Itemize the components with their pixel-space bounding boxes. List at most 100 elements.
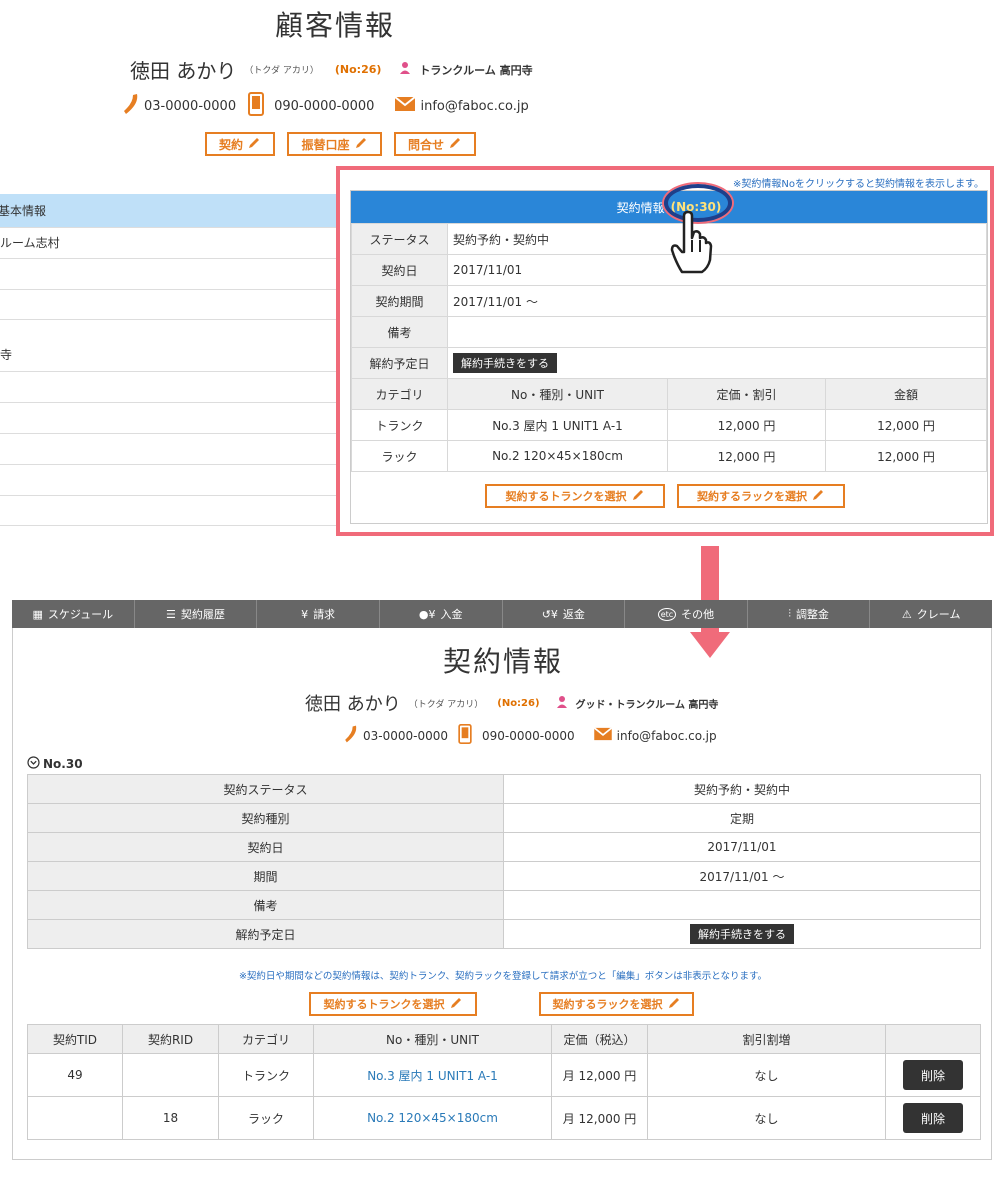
unit-link[interactable]: No.3 屋内 1 UNIT1 A-1	[313, 1053, 552, 1097]
section-toggle[interactable]: No.30	[27, 756, 83, 772]
contract-edit-button[interactable]: 契約	[205, 132, 275, 156]
cell-discount: なし	[647, 1053, 886, 1097]
cell-amount: 12,000 円	[825, 409, 987, 441]
section-label: No.30	[43, 757, 83, 771]
email-address: info@faboc.co.jp	[420, 98, 529, 114]
row-value: 契約予約・契約中	[447, 223, 987, 255]
contract-detail-table: 契約ステータス 契約予約・契約中 契約種別 定期 契約日 2017/11/01 期間 2…	[27, 774, 981, 949]
etc-icon: etc	[657, 607, 677, 621]
cell-category: ラック	[218, 1096, 314, 1140]
left-row	[0, 465, 336, 496]
toolbar-other[interactable]: etc その他	[625, 600, 748, 628]
toolbar-label: 調整金	[795, 608, 829, 621]
cell-price: 12,000 円	[667, 440, 826, 472]
customer-name: 徳田 あかり	[305, 694, 401, 715]
toolbar-label: スケジュール	[47, 608, 114, 621]
cell-category: トランク	[218, 1053, 314, 1097]
customer-no: (No:26)	[334, 63, 382, 76]
column-header: 定価・割引	[667, 378, 826, 410]
mobile-icon	[458, 724, 472, 747]
table-row: 備考	[351, 316, 987, 348]
row-label: 契約ステータス	[27, 774, 504, 804]
toolbar-billing[interactable]: ¥ 請求	[257, 600, 380, 628]
row-label: ステータス	[351, 223, 448, 255]
column-header: No・種別・UNIT	[313, 1024, 552, 1054]
basic-info-header: 基本情報	[0, 194, 336, 228]
toolbar-schedule[interactable]: ▦ スケジュール	[12, 600, 135, 628]
table-header-row: 契約TID 契約RID カテゴリ No・種別・UNIT 定価（税込） 割引割増	[27, 1024, 981, 1054]
column-header: カテゴリ	[218, 1024, 314, 1054]
contact-line: 03-0000-0000 090-0000-0000 info@faboc.co…	[343, 724, 717, 747]
select-trunk-button[interactable]: 契約するトランクを選択	[485, 484, 665, 508]
button-label: 契約するトランクを選択	[323, 998, 445, 1011]
button-label: 振替口座	[301, 137, 350, 152]
row-label: 備考	[351, 316, 448, 348]
cell-price: 月 12,000 円	[551, 1096, 648, 1140]
customer-name: 徳田 あかり	[130, 59, 237, 83]
left-row-text: 寺	[0, 348, 13, 362]
select-trunk-button[interactable]: 契約するトランクを選択	[309, 992, 477, 1016]
customer-info-line: 徳田 あかり （トクダ アカリ） (No:26) グッド・トランクルーム 高円寺	[305, 690, 718, 716]
delete-button[interactable]: 削除	[903, 1060, 963, 1090]
cell-amount: 12,000 円	[825, 440, 987, 472]
transfer-account-edit-button[interactable]: 振替口座	[287, 132, 382, 156]
table-row: 契約期間 2017/11/01 ～	[351, 285, 987, 317]
inquiry-edit-button[interactable]: 問合せ	[394, 132, 476, 156]
toolbar-adjustment[interactable]: ⫶ 調整金	[748, 600, 871, 628]
column-header: 割引割増	[647, 1024, 886, 1054]
pencil-icon	[667, 996, 681, 1013]
delete-button[interactable]: 削除	[903, 1103, 963, 1133]
table-row: ラック No.2 120×45×180cm 12,000 円 12,000 円	[351, 440, 987, 472]
toolbar-refund[interactable]: ↺¥ 返金	[503, 600, 626, 628]
button-label: 問合せ	[407, 137, 444, 152]
toolbar-label: クレーム	[916, 608, 961, 621]
left-row	[0, 496, 336, 526]
cancel-procedure-button[interactable]: 解約手続きをする	[453, 353, 557, 373]
phone-number: 03-0000-0000	[363, 728, 449, 743]
unit-link[interactable]: No.2 120×45×180cm	[313, 1096, 552, 1140]
button-label: 契約するラックを選択	[552, 998, 663, 1011]
pencil-icon	[247, 136, 261, 153]
cancel-procedure-button[interactable]: 解約手続きをする	[690, 924, 794, 944]
customer-info-line: 徳田 あかり （トクダ アカリ） (No:26) トランクルーム 高円寺	[130, 55, 533, 84]
table-row: 期間 2017/11/01 ～	[27, 861, 981, 891]
toolbar-payment[interactable]: ●¥ 入金	[380, 600, 503, 628]
phone-icon	[122, 92, 140, 120]
pencil-icon	[811, 488, 825, 505]
contract-detail-page: 契約情報 徳田 あかり （トクダ アカリ） (No:26) グッド・トランクルー…	[12, 628, 992, 1160]
row-label: 契約種別	[27, 803, 504, 833]
left-row	[0, 434, 336, 465]
toolbar-claim[interactable]: ⚠ クレーム	[870, 600, 992, 628]
basic-info-label: 基本情報	[0, 204, 47, 218]
toolbar-label: 入金	[440, 608, 463, 621]
select-rack-button[interactable]: 契約するラックを選択	[539, 992, 694, 1016]
sliders-icon: ⫶	[788, 607, 791, 620]
row-value: 2017/11/01 ～	[447, 285, 987, 317]
page-title: 顧客情報	[275, 9, 396, 42]
cell-action: 削除	[885, 1096, 981, 1140]
cell-price: 12,000 円	[667, 409, 826, 441]
pencil-icon	[448, 136, 462, 153]
column-header: 定価（税込）	[551, 1024, 648, 1054]
customer-kana: （トクダ アカリ）	[244, 66, 319, 76]
hand-cursor-icon	[668, 210, 714, 277]
table-row: 49 トランク No.3 屋内 1 UNIT1 A-1 月 12,000 円 な…	[27, 1053, 981, 1097]
row-label: 契約日	[351, 254, 448, 286]
row-value: 2017/11/01	[447, 254, 987, 286]
panel-note: ※契約情報Noをクリックすると契約情報を表示します。	[733, 179, 984, 190]
table-row: トランク No.3 屋内 1 UNIT1 A-1 12,000 円 12,000…	[351, 409, 987, 441]
column-header	[885, 1024, 981, 1054]
cell-category: トランク	[351, 409, 448, 441]
row-value	[447, 316, 987, 348]
table-row: 解約予定日 解約手続きをする	[27, 919, 981, 949]
table-header-row: カテゴリ No・種別・UNIT 定価・割引 金額	[351, 378, 987, 410]
payment-icon: ●¥	[418, 607, 436, 621]
contract-info-label: 契約情報	[616, 200, 665, 215]
column-header: 金額	[825, 378, 987, 410]
toolbar-contract-history[interactable]: ☰ 契約履歴	[135, 600, 258, 628]
toolbar-label: その他	[681, 608, 715, 621]
toolbar-label: 契約履歴	[180, 608, 225, 621]
cell-category: ラック	[351, 440, 448, 472]
row-label: 契約期間	[351, 285, 448, 317]
select-rack-button[interactable]: 契約するラックを選択	[677, 484, 845, 508]
